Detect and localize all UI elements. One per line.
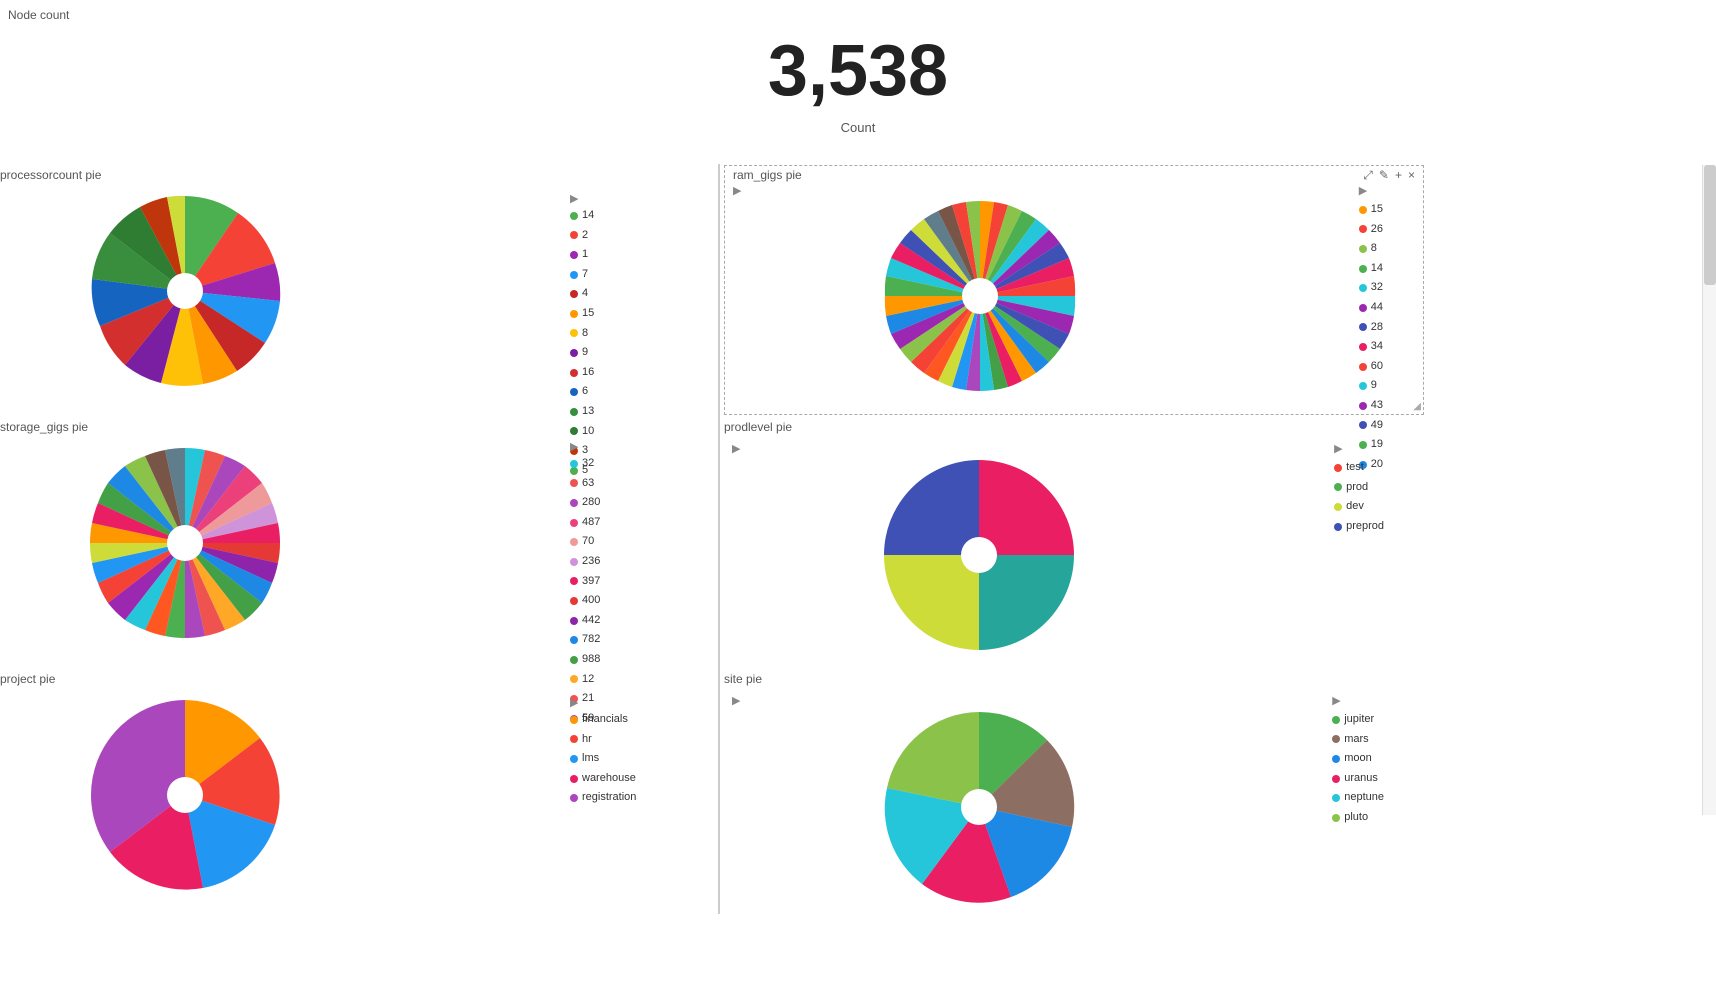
legend-item: 782 xyxy=(570,631,710,649)
node-count-label: Node count xyxy=(8,8,69,22)
expand-icon[interactable]: ⤢ xyxy=(1363,168,1373,183)
legend-item: test xyxy=(1334,459,1384,477)
close-icon[interactable]: × xyxy=(1408,168,1415,183)
site-right-expand-icon[interactable]: ▶ xyxy=(1332,694,1384,707)
project-section: project pie xyxy=(0,672,400,903)
legend-item: 15 xyxy=(1359,201,1383,219)
storagegigs-title: storage_gigs pie xyxy=(0,420,400,434)
legend-item: 2 xyxy=(570,227,710,245)
legend-item: 7 xyxy=(570,266,710,284)
legend-item: 16 xyxy=(570,364,710,382)
legend-item: 15 xyxy=(570,305,710,323)
legend-item: 60 xyxy=(1359,358,1383,376)
storagegigs-legend: ▶ 32 63 280 487 70 236 397 400 442 782 9… xyxy=(570,440,710,727)
ramgigs-panel: ram_gigs pie ⤢ ✎ + × ▶ xyxy=(724,165,1424,415)
legend-item: 12 xyxy=(570,671,710,689)
ramgigs-title: ram_gigs pie xyxy=(733,168,802,182)
legend-item: 280 xyxy=(570,494,710,512)
processorcount-title: processorcount pie xyxy=(0,168,400,182)
legend-item: 14 xyxy=(1359,260,1383,278)
legend-item: lms xyxy=(570,750,710,768)
legend-item: preprod xyxy=(1334,518,1384,536)
legend-item: moon xyxy=(1332,750,1384,768)
legend-item: warehouse xyxy=(570,770,710,788)
legend-item: jupiter xyxy=(1332,711,1384,729)
legend-item: 44 xyxy=(1359,299,1383,317)
legend-item: dev xyxy=(1334,498,1384,516)
site-section: site pie ▶ ▶ jupiter mars moon uranus ne… xyxy=(724,672,1424,688)
scrollbar-track[interactable] xyxy=(1702,165,1716,815)
legend-item: 487 xyxy=(570,514,710,532)
legend-item: 63 xyxy=(570,475,710,493)
add-icon[interactable]: + xyxy=(1395,168,1402,183)
vertical-separator xyxy=(718,164,720,914)
legend-item: 70 xyxy=(570,533,710,551)
ramgigs-panel-icons[interactable]: ⤢ ✎ + × xyxy=(1363,168,1415,183)
ramgigs-pie-chart[interactable] xyxy=(865,186,1095,406)
legend-item: 32 xyxy=(1359,279,1383,297)
legend-item: financials xyxy=(570,711,710,729)
storagegigs-pie-chart[interactable] xyxy=(0,438,390,648)
legend-item: 4 xyxy=(570,285,710,303)
legend-item: 13 xyxy=(570,403,710,421)
storagegigs-section: storage_gigs pie xyxy=(0,420,400,651)
project-expand-icon[interactable]: ▶ xyxy=(570,696,706,709)
legend-item: registration xyxy=(570,789,710,807)
legend-item: 442 xyxy=(570,612,710,630)
legend-item: 236 xyxy=(570,553,710,571)
prodlevel-section: prodlevel pie ▶ ▶ test prod dev preprod xyxy=(724,420,1424,436)
resize-handle[interactable]: ◢ xyxy=(1413,401,1421,412)
legend-item: 9 xyxy=(570,344,710,362)
site-pie-chart[interactable] xyxy=(864,692,1094,922)
prodlevel-expand-icon[interactable]: ▶ xyxy=(732,442,740,455)
scrollbar-thumb[interactable] xyxy=(1704,165,1716,285)
legend-item: neptune xyxy=(1332,789,1384,807)
legend-item: prod xyxy=(1334,479,1384,497)
site-title: site pie xyxy=(724,672,1424,686)
legend-item: 43 xyxy=(1359,397,1383,415)
ramgigs-right-expand-icon[interactable]: ▶ xyxy=(1359,184,1383,197)
legend-item: 34 xyxy=(1359,338,1383,356)
legend-item: 988 xyxy=(570,651,710,669)
ramgigs-expand-icon[interactable]: ▶ xyxy=(733,184,741,197)
processorcount-pie-chart[interactable] xyxy=(0,186,390,396)
project-pie-chart[interactable] xyxy=(0,690,390,900)
legend-item: pluto xyxy=(1332,809,1384,827)
legend-item: 28 xyxy=(1359,319,1383,337)
legend-item: 8 xyxy=(570,325,710,343)
prodlevel-right-legend: ▶ test prod dev preprod xyxy=(1334,442,1384,535)
legend-item: 32 xyxy=(570,455,710,473)
prodlevel-right-expand-icon[interactable]: ▶ xyxy=(1334,442,1384,455)
legend-item: 14 xyxy=(570,207,710,225)
legend-item: 8 xyxy=(1359,240,1383,258)
edit-icon[interactable]: ✎ xyxy=(1379,168,1389,183)
processorcount-section: processorcount pie xyxy=(0,168,400,399)
prodlevel-title: prodlevel pie xyxy=(724,420,1424,434)
legend-item: 6 xyxy=(570,383,710,401)
processorcount-legend: ▶ 14 2 1 7 4 15 8 9 16 6 13 10 3 5 xyxy=(570,192,710,479)
legend-item: 400 xyxy=(570,592,710,610)
project-legend: ▶ financials hr lms warehouse registrati… xyxy=(570,696,710,807)
project-title: project pie xyxy=(0,672,400,686)
legend-item: 397 xyxy=(570,573,710,591)
processorcount-expand-icon[interactable]: ▶ xyxy=(570,192,706,205)
legend-item: mars xyxy=(1332,731,1384,749)
big-number: 3,538 xyxy=(768,30,948,112)
legend-item: 1 xyxy=(570,246,710,264)
legend-item: hr xyxy=(570,731,710,749)
site-expand-icon[interactable]: ▶ xyxy=(732,694,740,707)
storagegigs-expand-icon[interactable]: ▶ xyxy=(570,440,706,453)
legend-item: 26 xyxy=(1359,221,1383,239)
prodlevel-pie-chart[interactable] xyxy=(864,440,1094,670)
legend-item: 9 xyxy=(1359,377,1383,395)
site-right-legend: ▶ jupiter mars moon uranus neptune pluto xyxy=(1332,694,1384,827)
count-label: Count xyxy=(841,120,876,135)
legend-item: 10 xyxy=(570,423,710,441)
legend-item: uranus xyxy=(1332,770,1384,788)
